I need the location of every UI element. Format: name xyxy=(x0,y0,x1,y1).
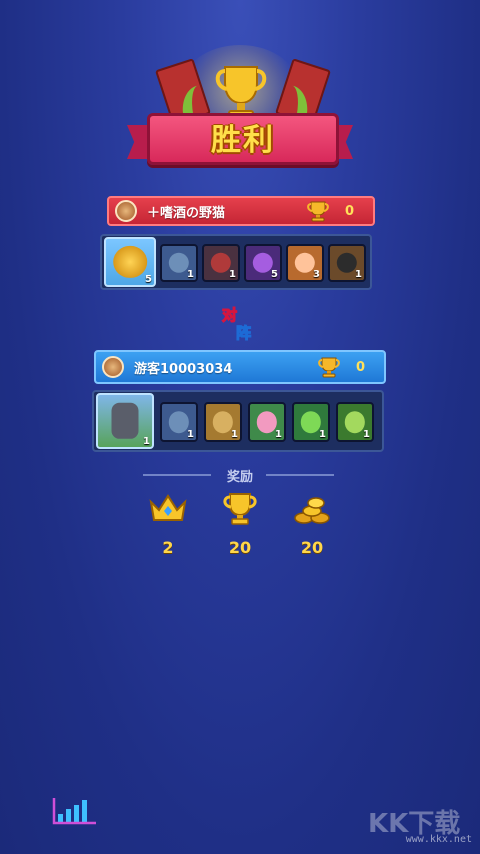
victory-banner: 胜利 xyxy=(125,45,355,175)
trophy-icon xyxy=(318,357,340,378)
player2-deck: 1 1 1 1 1 1 xyxy=(92,390,384,452)
unit-card-bomber[interactable]: 1 xyxy=(328,244,366,282)
unit-card-goblin[interactable]: 1 xyxy=(292,402,330,442)
unit-card-knight[interactable]: 1 xyxy=(160,402,198,442)
player2-name[interactable]: 游客10003034 xyxy=(134,358,318,377)
reward-crown: 2 xyxy=(138,492,198,557)
divider-right xyxy=(266,474,334,476)
player2-trophy-count: 0 xyxy=(356,359,366,375)
player1-avatar[interactable] xyxy=(115,200,137,222)
unit-card-witch[interactable]: 5 xyxy=(244,244,282,282)
reward-trophy-value: 20 xyxy=(228,538,252,557)
reward-gold-value: 20 xyxy=(300,538,324,557)
player1-hero-card[interactable]: 5 xyxy=(104,237,156,287)
hero-level: 5 xyxy=(145,274,152,285)
reward-gold: 20 xyxy=(282,492,342,557)
divider-left xyxy=(143,474,211,476)
player1-name[interactable]: ＋嗜酒の野猫 xyxy=(147,202,307,221)
unit-card-brawler[interactable]: 3 xyxy=(286,244,324,282)
unit-card-cannon[interactable]: 1 xyxy=(202,244,240,282)
player2-bar: 游客10003034 0 xyxy=(94,350,386,384)
watermark-url: www.kkx.net xyxy=(405,834,472,845)
stats-chart-icon[interactable] xyxy=(52,796,100,826)
victory-title: 胜利 xyxy=(211,123,275,158)
unit-card-healer[interactable]: 1 xyxy=(248,402,286,442)
versus-badge: 对阵 对 阵 xyxy=(221,305,251,342)
reward-crown-value: 2 xyxy=(162,538,174,557)
trophy-icon xyxy=(223,493,257,525)
reward-trophy: 20 xyxy=(210,492,270,557)
hero-level: 1 xyxy=(143,436,150,447)
trophy-icon xyxy=(307,201,329,222)
player2-hero-card[interactable]: 1 xyxy=(96,393,154,449)
svg-text:阵: 阵 xyxy=(236,324,251,342)
svg-text:对: 对 xyxy=(222,306,237,324)
crown-icon xyxy=(149,494,187,521)
unit-card-elf[interactable]: 1 xyxy=(336,402,374,442)
player1-trophy-count: 0 xyxy=(345,203,355,219)
player1-bar: ＋嗜酒の野猫 0 xyxy=(107,196,375,226)
unit-card-archer[interactable]: 1 xyxy=(204,402,242,442)
player1-deck: 5 1 1 5 3 1 xyxy=(100,234,372,290)
unit-card-knight[interactable]: 1 xyxy=(160,244,198,282)
player2-avatar[interactable] xyxy=(102,356,124,378)
rewards-title: 奖励 xyxy=(226,470,253,485)
gold-coins-icon xyxy=(294,497,330,524)
